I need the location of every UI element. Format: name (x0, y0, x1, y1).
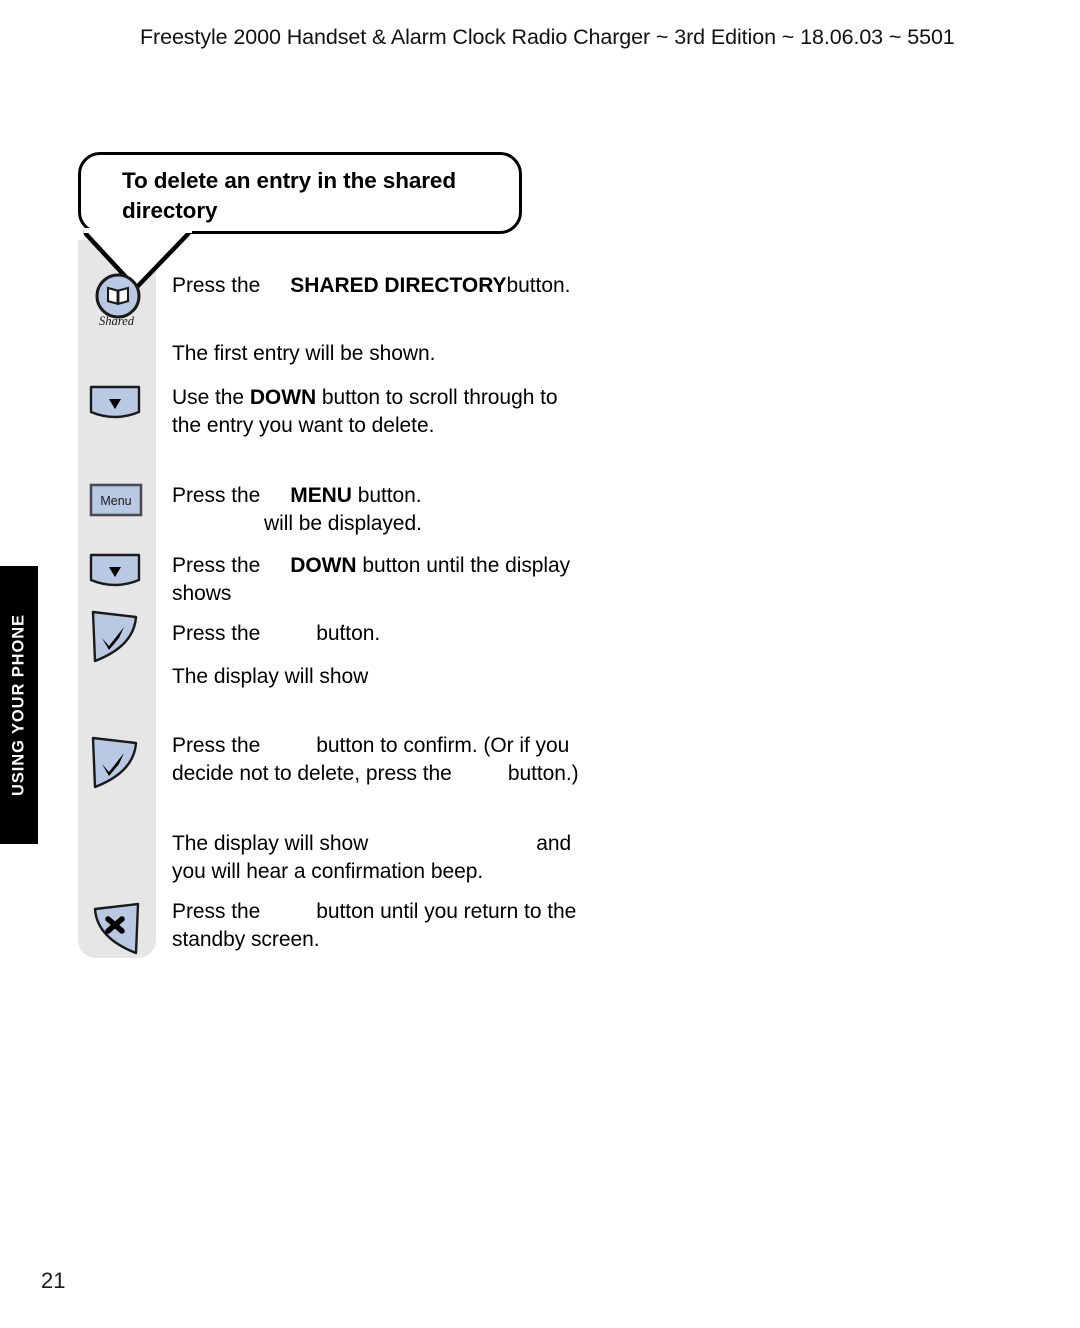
step4-text-a: Press the (172, 484, 261, 507)
page-title: To delete an entry in the shared directo… (122, 168, 456, 223)
step8-text-c: button.) (507, 761, 579, 785)
menu-button-icon[interactable]: Menu (88, 482, 150, 544)
step5-text-a: Press the (172, 554, 261, 577)
down-button-icon[interactable] (88, 552, 150, 614)
step6-text-b: button. (316, 622, 381, 645)
section-tab-label: USING YOUR PHONE (9, 614, 28, 796)
step4-text-c: button. (351, 484, 422, 507)
step-text: Press the button. (172, 620, 572, 648)
step4-text-b: MENU (290, 484, 352, 507)
step8-text-a: Press the (172, 734, 261, 757)
tick-button-icon[interactable] (88, 606, 150, 668)
step-text: Use the DOWN button to scroll through to… (172, 384, 572, 439)
tick-button-icon[interactable] (88, 732, 150, 794)
step1-text-a: Press the (172, 274, 261, 297)
section-tab: USING YOUR PHONE (0, 566, 38, 844)
step10-text-a: Press the (172, 900, 261, 923)
step3-text-b: DOWN (249, 386, 317, 409)
cancel-button-icon[interactable] (88, 898, 150, 960)
step1-text-c: button. (506, 274, 571, 297)
step1-text-b: SHARED DIRECTORY (290, 274, 507, 297)
page-number: 21 (41, 1268, 66, 1293)
page-header: Freestyle 2000 Handset & Alarm Clock Rad… (140, 25, 955, 49)
step-display-will-show-note: The display will show (172, 665, 369, 688)
shared-directory-icon-label: Shared (99, 314, 135, 328)
step5-text-b: DOWN (290, 554, 357, 577)
step4-text-d: will be displayed. (264, 511, 422, 535)
callout: To delete an entry in the shared directo… (78, 152, 522, 292)
menu-button-label: Menu (100, 494, 131, 508)
step6-text-a: Press the (172, 622, 261, 645)
step-text: Press the MENU button. will be displayed. (172, 482, 572, 537)
step9-text-a: The display will show (172, 832, 369, 855)
shared-directory-button-icon[interactable]: Shared (88, 272, 150, 334)
step-confirmation-note: The display will show and you will hear a… (172, 830, 592, 885)
step-text: Press the button to confirm. (Or if you d… (172, 732, 592, 787)
step-text: Press the SHARED DIRECTORYbutton. (172, 272, 572, 300)
down-button-icon[interactable] (88, 384, 150, 446)
step-text: Press the button until you return to the … (172, 898, 592, 953)
step3-text-a: Use the (172, 386, 250, 409)
step-first-entry-note: The first entry will be shown. (172, 342, 436, 365)
